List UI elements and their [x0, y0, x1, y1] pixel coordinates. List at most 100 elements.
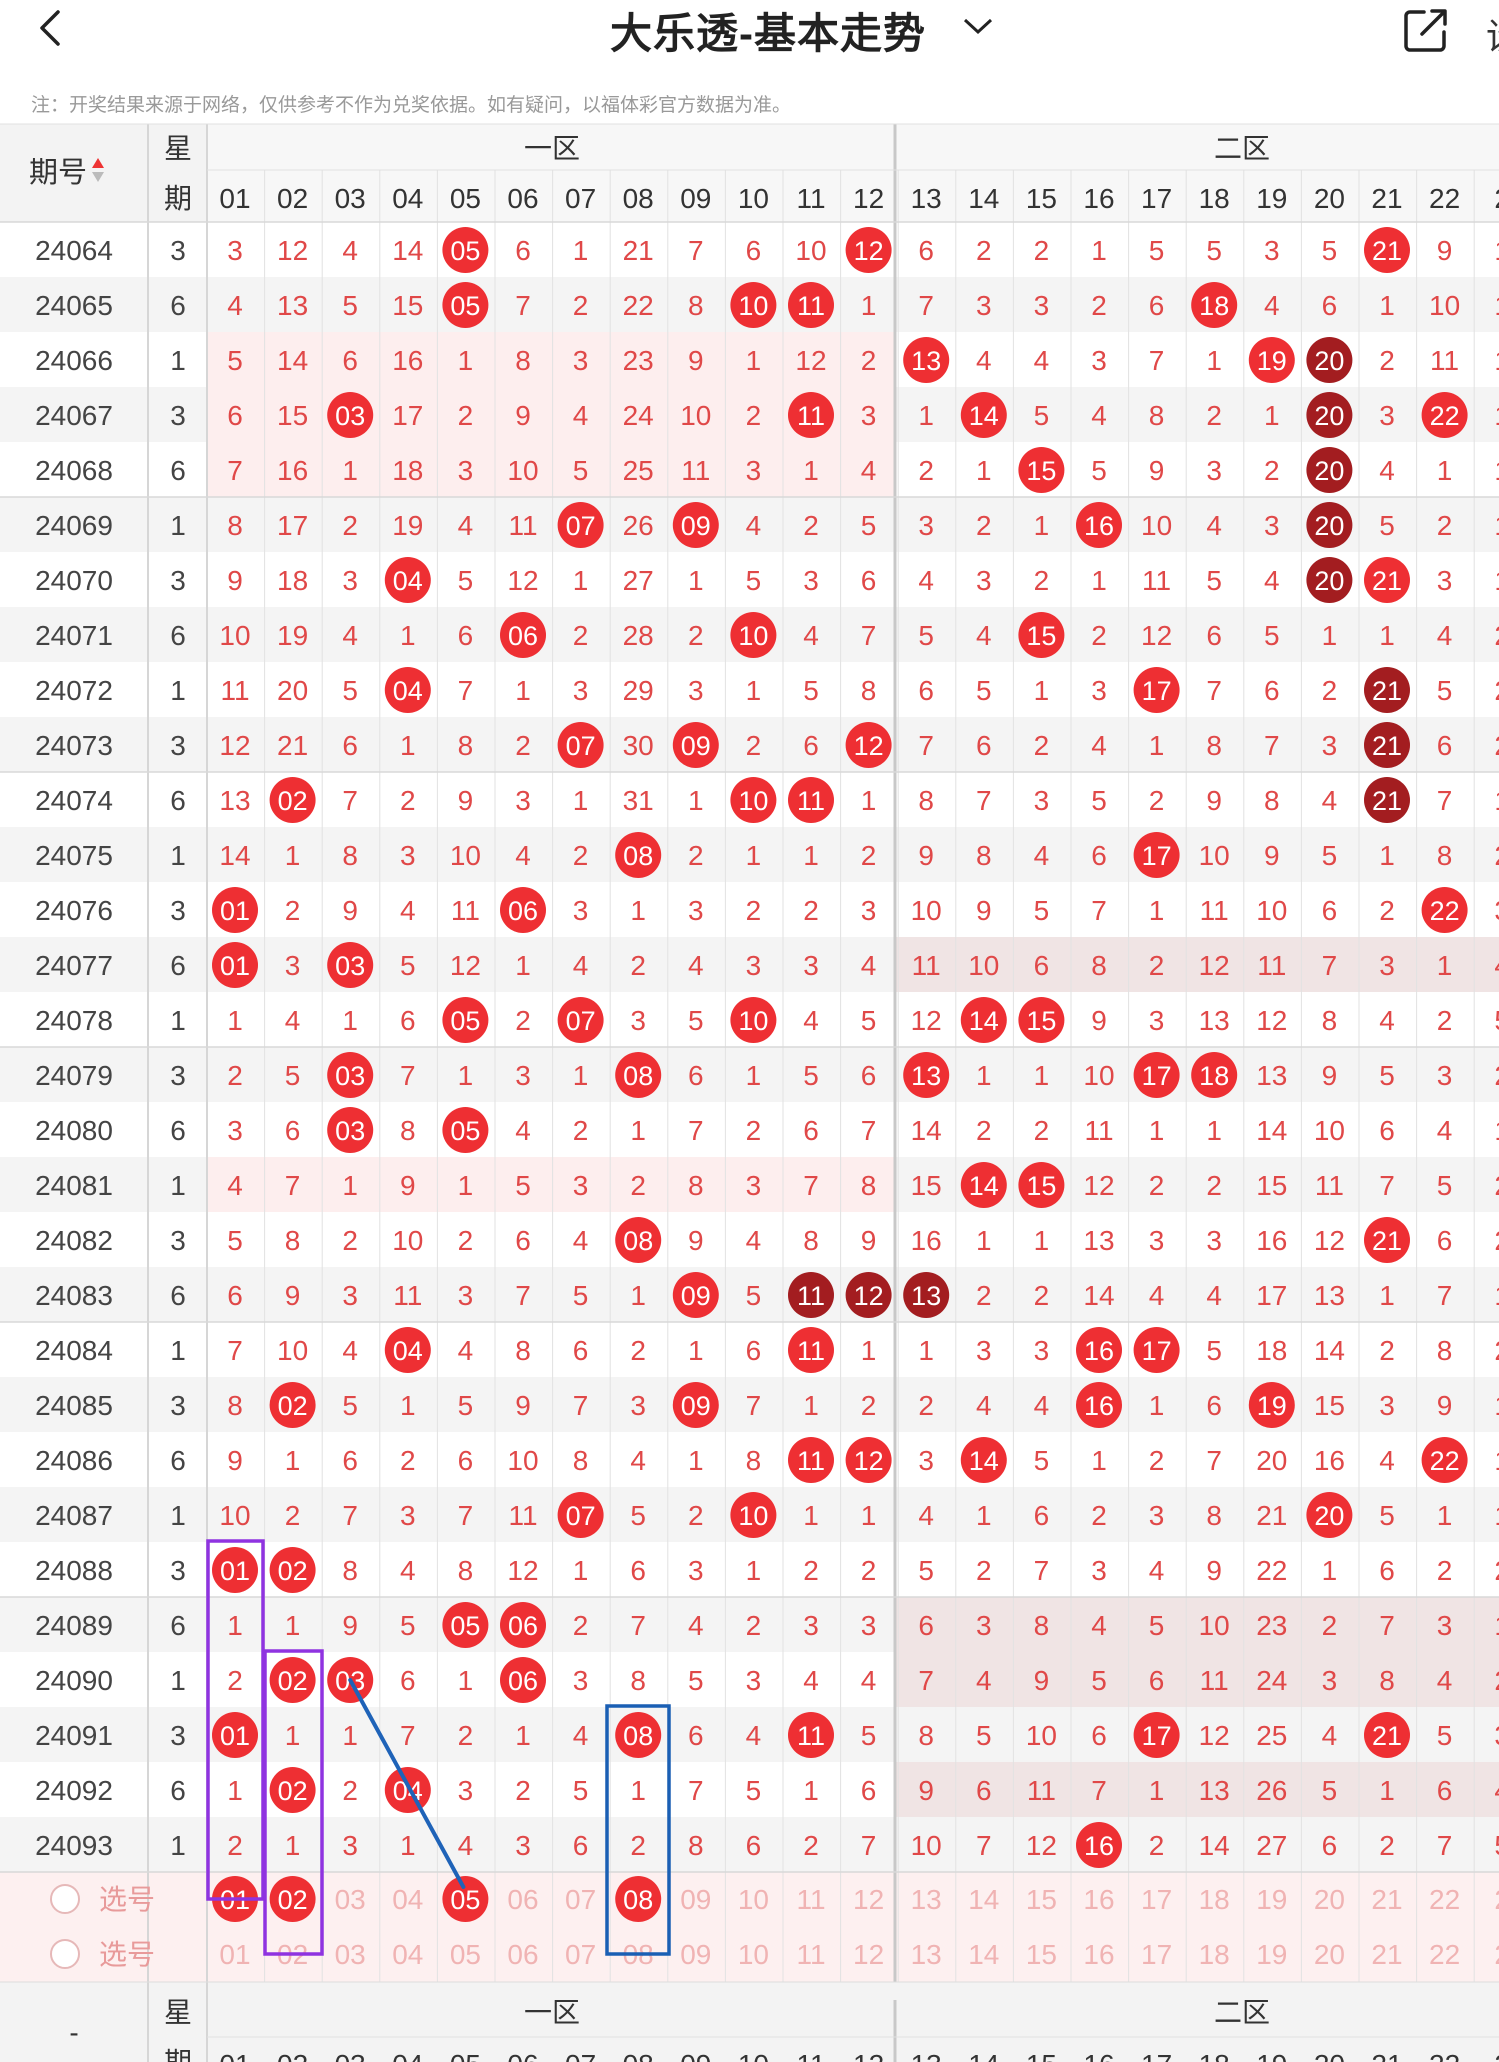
drawn-ball-number: 14 [969, 1006, 999, 1036]
issue-number: 24073 [35, 730, 113, 761]
pick-label[interactable]: 选号 [99, 1939, 155, 1970]
drawn-ball-number: 08 [623, 1226, 653, 1256]
pick-number[interactable]: 09 [680, 1939, 711, 1970]
pick-number[interactable]: 16 [1083, 1884, 1114, 1915]
selected-ball-number[interactable]: 08 [623, 1885, 653, 1915]
pick-number[interactable]: 18 [1199, 1939, 1230, 1970]
drawn-ball-number: 12 [854, 236, 884, 266]
omission-value: 4 [1494, 950, 1499, 981]
issue-header[interactable]: 期号 [29, 157, 87, 189]
omission-value: 1 [976, 1060, 992, 1091]
pick-number[interactable]: 15 [1026, 1939, 1057, 1970]
pick-number[interactable]: 22 [1429, 1939, 1460, 1970]
footer-column-header: 15 [1026, 2049, 1057, 2062]
pick-number[interactable]: 13 [911, 1884, 942, 1915]
pick-number[interactable]: 20 [1314, 1939, 1345, 1970]
omission-value: 8 [285, 1225, 301, 1256]
pick-number[interactable]: 06 [507, 1939, 538, 1970]
omission-value: 5 [1379, 1500, 1395, 1531]
pick-number[interactable]: 20 [1314, 1884, 1345, 1915]
selected-ball-number[interactable]: 02 [278, 1885, 308, 1915]
omission-value: 22 [623, 290, 654, 321]
drawn-ball-number: 09 [681, 1391, 711, 1421]
omission-value: 1 [458, 1170, 474, 1201]
omission-value: 7 [803, 1170, 819, 1201]
selected-ball-number[interactable]: 05 [450, 1885, 480, 1915]
omission-value: 2 [1091, 1500, 1107, 1531]
drawn-ball-number: 07 [566, 511, 596, 541]
pick-number[interactable]: 2 [1494, 1939, 1499, 1970]
column-header: 06 [507, 183, 538, 214]
omission-value: 2 [1494, 1665, 1499, 1696]
omission-value: 2 [1091, 290, 1107, 321]
pick-number[interactable]: 04 [392, 1884, 423, 1915]
omission-value: 4 [746, 1225, 762, 1256]
omission-value: 1 [861, 1335, 877, 1366]
pick-number[interactable]: 2 [1494, 1884, 1499, 1915]
pick-number[interactable]: 07 [565, 1939, 596, 1970]
drawn-ball-number: 11 [797, 291, 825, 321]
pick-number[interactable]: 17 [1141, 1884, 1172, 1915]
omission-value: 2 [746, 730, 762, 761]
pick-number[interactable]: 13 [911, 1939, 942, 1970]
omission-value: 4 [227, 290, 243, 321]
pick-number[interactable]: 04 [392, 1939, 423, 1970]
pick-number[interactable]: 14 [968, 1884, 999, 1915]
pick-number[interactable]: 05 [450, 1939, 481, 1970]
omission-value: 8 [515, 345, 531, 376]
pick-number[interactable]: 14 [968, 1939, 999, 1970]
drawn-ball-number: 19 [1257, 346, 1287, 376]
drawn-ball-number: 20 [1314, 346, 1344, 376]
pick-number[interactable]: 21 [1371, 1884, 1402, 1915]
pick-number[interactable]: 03 [335, 1884, 366, 1915]
pick-number[interactable]: 19 [1256, 1884, 1287, 1915]
pick-number[interactable]: 09 [680, 1884, 711, 1915]
omission-value: 1 [803, 455, 819, 486]
omission-value: 1 [285, 1610, 301, 1641]
omission-value: 2 [1494, 1555, 1499, 1586]
pick-number[interactable]: 17 [1141, 1939, 1172, 1970]
omission-value: 1 [1091, 1445, 1107, 1476]
pick-number[interactable]: 15 [1026, 1884, 1057, 1915]
pick-number[interactable]: 12 [853, 1884, 884, 1915]
omission-value: 9 [1264, 840, 1280, 871]
pick-number[interactable]: 22 [1429, 1884, 1460, 1915]
pick-label[interactable]: 选号 [99, 1884, 155, 1915]
pick-number[interactable]: 10 [738, 1939, 769, 1970]
pick-number[interactable]: 19 [1256, 1939, 1287, 1970]
omission-value: 4 [1034, 840, 1050, 871]
pick-number[interactable]: 11 [796, 1884, 825, 1915]
drawn-ball-number: 20 [1314, 511, 1344, 541]
pick-radio[interactable] [50, 1884, 80, 1914]
drawn-ball-number: 02 [278, 1776, 308, 1806]
footer-column-header: 07 [565, 2049, 596, 2062]
pick-number[interactable]: 16 [1083, 1939, 1114, 1970]
omission-value: 4 [1322, 1720, 1338, 1751]
pick-number[interactable]: 01 [219, 1939, 250, 1970]
omission-value: 9 [515, 400, 531, 431]
pick-number[interactable]: 03 [335, 1939, 366, 1970]
issue-number: 24082 [35, 1225, 113, 1256]
drawn-ball-number: 15 [1026, 621, 1056, 651]
omission-value: 11 [1084, 1115, 1113, 1146]
pick-number[interactable]: 11 [796, 1939, 825, 1970]
omission-value: 8 [1034, 1610, 1050, 1641]
omission-value: 13 [1083, 1225, 1114, 1256]
omission-value: 6 [746, 235, 762, 266]
drawn-ball-number: 15 [1026, 456, 1056, 486]
drawn-ball-number: 20 [1314, 401, 1344, 431]
omission-value: 2 [342, 1775, 358, 1806]
pick-number[interactable]: 06 [507, 1884, 538, 1915]
pick-number[interactable]: 07 [565, 1884, 596, 1915]
omission-value: 11 [220, 675, 249, 706]
pick-number[interactable]: 18 [1199, 1884, 1230, 1915]
pick-radio[interactable] [50, 1939, 80, 1969]
omission-value: 3 [342, 1830, 358, 1861]
omission-value: 3 [630, 1005, 646, 1036]
weekday-number: 6 [170, 950, 186, 981]
pick-number[interactable]: 21 [1371, 1939, 1402, 1970]
pick-number[interactable]: 12 [853, 1939, 884, 1970]
pick-number[interactable]: 10 [738, 1884, 769, 1915]
drawn-ball-number: 10 [738, 291, 768, 321]
omission-value: 3 [746, 455, 762, 486]
